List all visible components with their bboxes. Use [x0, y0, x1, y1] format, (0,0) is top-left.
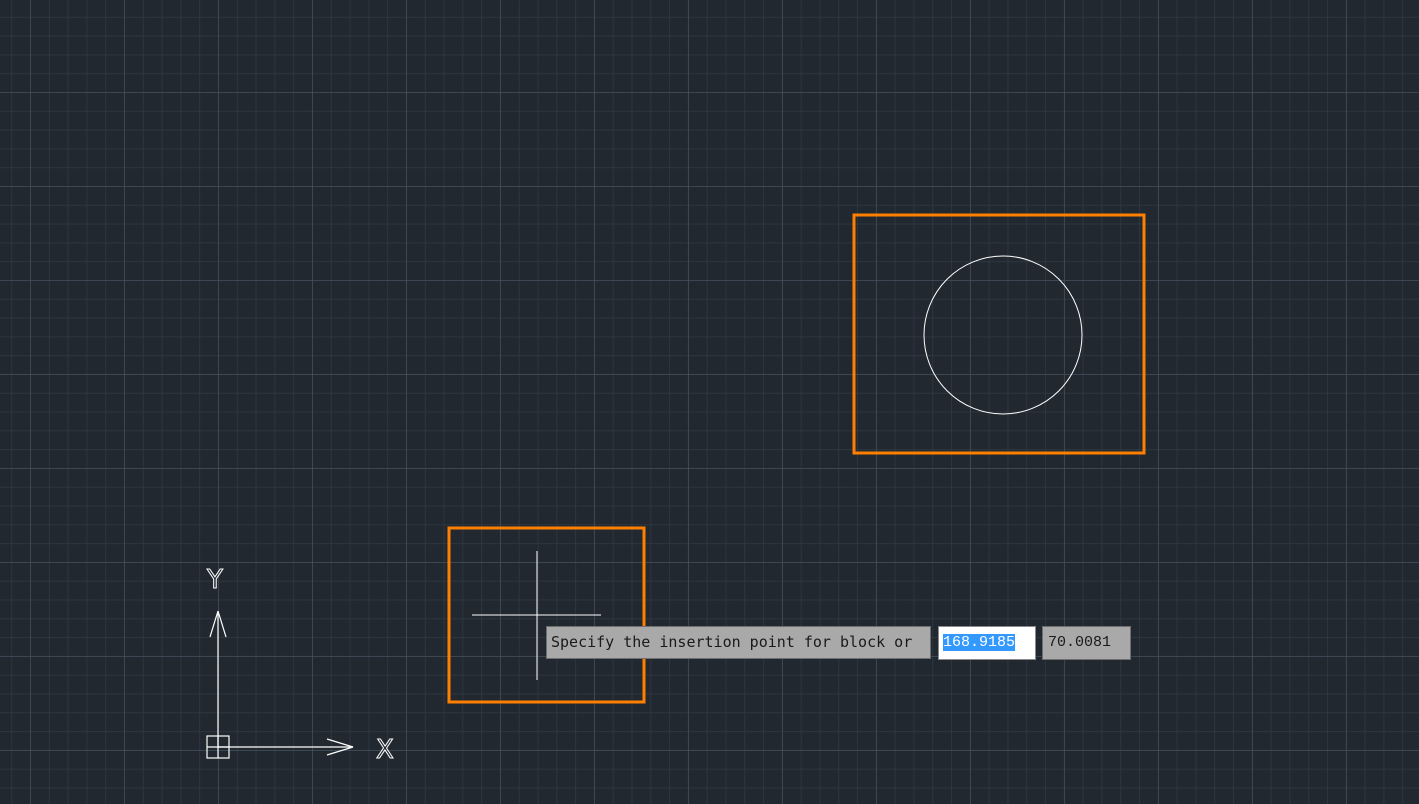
crosshair-cursor-icon — [472, 551, 601, 680]
x-coordinate-value: 168.9185 — [943, 634, 1016, 651]
drawing-entities: Y X — [206, 213, 1146, 766]
ucs-y-label: Y — [206, 565, 223, 595]
y-coordinate-input[interactable]: 70.0081 — [1042, 626, 1131, 660]
selection-highlight-block[interactable] — [852, 213, 1146, 455]
circle-entity[interactable] — [923, 255, 1083, 415]
x-coordinate-input[interactable]: 168.9185 — [938, 626, 1036, 660]
ucs-axis-icon — [206, 610, 354, 759]
ucs-x-label: X — [376, 735, 394, 765]
dynamic-input-prompt: Specify the insertion point for block or — [546, 626, 931, 659]
